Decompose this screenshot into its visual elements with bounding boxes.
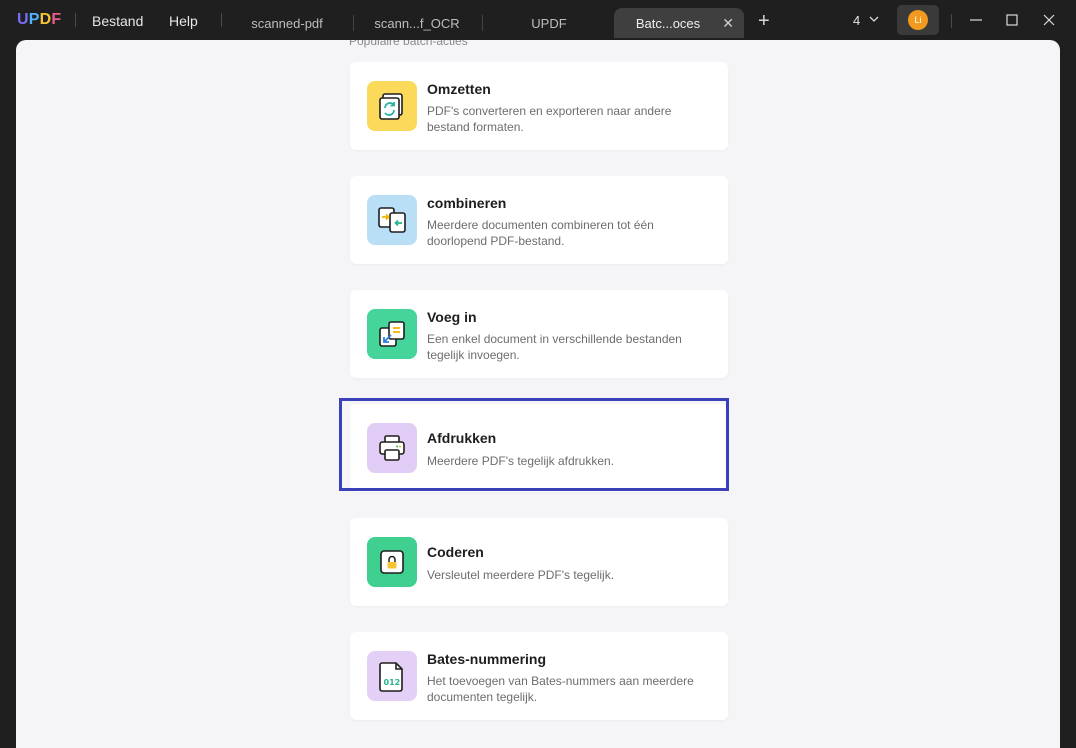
tab-batch-process[interactable]: Batc...oces ✕: [614, 8, 744, 38]
updf-logo[interactable]: UPDF: [17, 11, 61, 29]
action-card-insert[interactable]: Voeg in Een enkel document in verschille…: [350, 290, 728, 378]
title-bar: UPDF Bestand Help scanned-pdf scann...f_…: [0, 0, 1076, 44]
action-card-convert[interactable]: Omzetten PDF's converteren en exporteren…: [350, 62, 728, 150]
action-title: Omzetten: [427, 81, 491, 97]
convert-icon: [367, 81, 417, 131]
action-description: PDF's converteren en exporteren naar and…: [427, 104, 672, 134]
menu-file[interactable]: Bestand: [92, 13, 143, 29]
action-card-encrypt[interactable]: Coderen Versleutel meerdere PDF's tegeli…: [350, 518, 728, 606]
tab-updf[interactable]: UPDF: [492, 8, 606, 38]
tab-label: Batc...oces: [635, 15, 701, 31]
action-card-bates[interactable]: 012 Bates-nummering Het toevoegen van Ba…: [350, 632, 728, 720]
close-tab-icon[interactable]: ✕: [722, 15, 734, 32]
action-title: Bates-nummering: [427, 651, 547, 667]
bates-number-text: 012: [384, 678, 401, 687]
action-description: Het toevoegen van Bates-nummers aan meer…: [427, 674, 694, 704]
account-button[interactable]: Li: [897, 5, 939, 35]
tab-divider: [353, 15, 354, 31]
chevron-down-icon[interactable]: [868, 13, 880, 25]
tab-label: UPDF: [531, 15, 567, 31]
batch-actions-panel: Populaire batch-acties Omzetten PDF's co…: [16, 40, 1060, 748]
maximize-icon[interactable]: [1004, 12, 1020, 28]
combine-icon: [367, 195, 417, 245]
action-title: Afdrukken: [427, 430, 497, 446]
action-description: Meerdere documenten combineren tot één d…: [427, 218, 654, 248]
avatar: Li: [908, 10, 928, 30]
action-title: Voeg in: [427, 309, 477, 325]
action-title: Coderen: [427, 544, 484, 560]
window-divider: [951, 14, 952, 28]
tab-scanned-ocr[interactable]: scann...f_OCR: [362, 8, 472, 38]
section-title: Populaire batch-acties: [349, 40, 468, 48]
action-card-combine[interactable]: combineren Meerdere documenten combinere…: [350, 176, 728, 264]
menu-divider: [75, 13, 76, 27]
tab-label: scann...f_OCR: [374, 15, 460, 31]
print-icon: [367, 423, 417, 473]
menu-divider: [221, 13, 222, 27]
close-window-icon[interactable]: [1041, 12, 1057, 28]
bates-number-icon: 012: [367, 651, 417, 701]
minimize-icon[interactable]: [968, 12, 984, 28]
tab-divider: [482, 15, 483, 31]
insert-icon: [367, 309, 417, 359]
tab-count[interactable]: 4: [853, 13, 860, 28]
action-description: Meerdere PDF's tegelijk afdrukken.: [427, 454, 615, 468]
menu-help[interactable]: Help: [169, 13, 198, 29]
action-description: Een enkel document in verschillende best…: [427, 332, 682, 362]
tab-scanned-pdf[interactable]: scanned-pdf: [232, 8, 342, 38]
action-title: combineren: [427, 195, 507, 211]
action-description: Versleutel meerdere PDF's tegelijk.: [427, 568, 615, 582]
new-tab-button[interactable]: +: [758, 11, 770, 31]
lock-icon: [367, 537, 417, 587]
action-card-print[interactable]: Afdrukken Meerdere PDF's tegelijk afdruk…: [350, 404, 728, 492]
tab-label: scanned-pdf: [251, 15, 323, 31]
